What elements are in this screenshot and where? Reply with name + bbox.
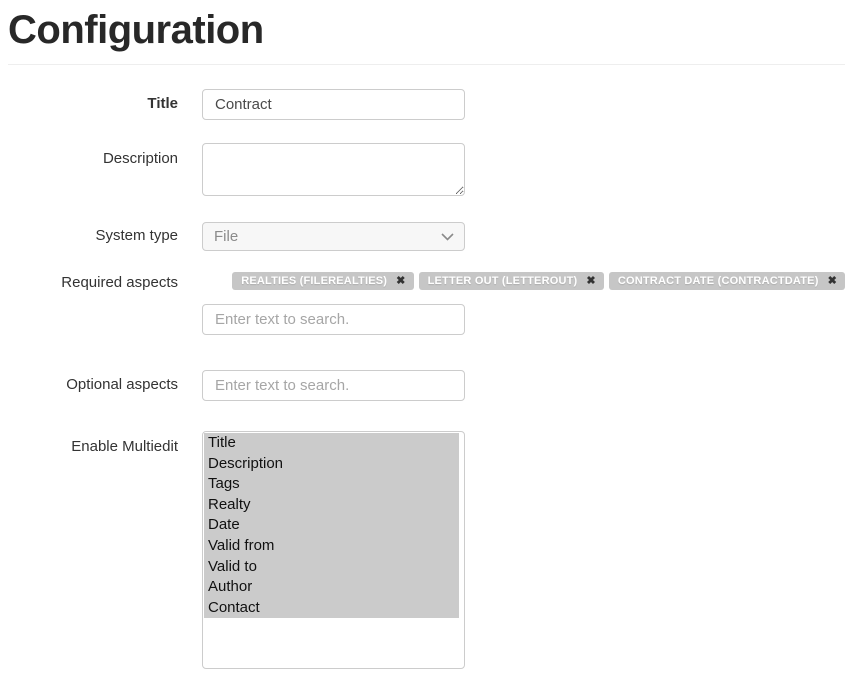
aspect-tag: REALTIES (FILEREALTIES) ✖ — [232, 272, 413, 290]
remove-tag-icon[interactable]: ✖ — [396, 275, 405, 287]
enable-multiedit-label: Enable Multiedit — [8, 431, 178, 457]
remove-tag-icon[interactable]: ✖ — [586, 275, 595, 287]
multiedit-option[interactable]: Valid from — [204, 536, 459, 557]
multiedit-option[interactable]: Realty — [204, 495, 459, 516]
page-title: Configuration — [8, 8, 845, 52]
aspect-tag-label: LETTER OUT (LETTEROUT) — [428, 275, 578, 287]
required-aspects-label: Required aspects — [8, 272, 178, 293]
form-row-system-type: System type File — [8, 222, 845, 251]
multiedit-option[interactable]: Valid to — [204, 557, 459, 578]
divider — [8, 64, 845, 65]
multiedit-option[interactable]: Contact — [204, 598, 459, 619]
aspect-tag: CONTRACT DATE (CONTRACTDATE) ✖ — [609, 272, 845, 290]
multiedit-option[interactable]: Title — [204, 433, 459, 454]
multiedit-option[interactable]: Description — [204, 454, 459, 475]
system-type-label: System type — [8, 227, 178, 246]
description-textarea[interactable] — [202, 143, 465, 196]
multiedit-listbox[interactable]: Title Description Tags Realty Date Valid… — [202, 431, 465, 669]
optional-aspects-search-input[interactable] — [202, 370, 465, 401]
chevron-down-icon — [441, 233, 454, 241]
aspect-tag-label: CONTRACT DATE (CONTRACTDATE) — [618, 275, 819, 287]
description-label: Description — [8, 143, 178, 169]
form-row-optional-aspects: Optional aspects — [8, 370, 845, 401]
title-input[interactable] — [202, 89, 465, 120]
title-label: Title — [8, 95, 178, 114]
form-row-required-aspects: Required aspects REALTIES (FILEREALTIES)… — [8, 272, 845, 335]
multiedit-option[interactable]: Tags — [204, 474, 459, 495]
required-aspects-search-input[interactable] — [202, 304, 465, 335]
system-type-select[interactable]: File — [202, 222, 465, 251]
optional-aspects-label: Optional aspects — [8, 376, 178, 395]
aspect-tag: LETTER OUT (LETTEROUT) ✖ — [419, 272, 604, 290]
required-aspects-tags: REALTIES (FILEREALTIES) ✖ LETTER OUT (LE… — [202, 272, 845, 290]
form-row-enable-multiedit: Enable Multiedit Title Description Tags … — [8, 431, 845, 669]
system-type-value: File — [214, 228, 238, 245]
configuration-page: Configuration Title Description System t… — [0, 0, 853, 669]
form-row-description: Description — [8, 143, 845, 196]
remove-tag-icon[interactable]: ✖ — [828, 275, 837, 287]
aspect-tag-label: REALTIES (FILEREALTIES) — [241, 275, 387, 287]
form-row-title: Title — [8, 89, 845, 120]
multiedit-option[interactable]: Date — [204, 515, 459, 536]
multiedit-option[interactable]: Author — [204, 577, 459, 598]
